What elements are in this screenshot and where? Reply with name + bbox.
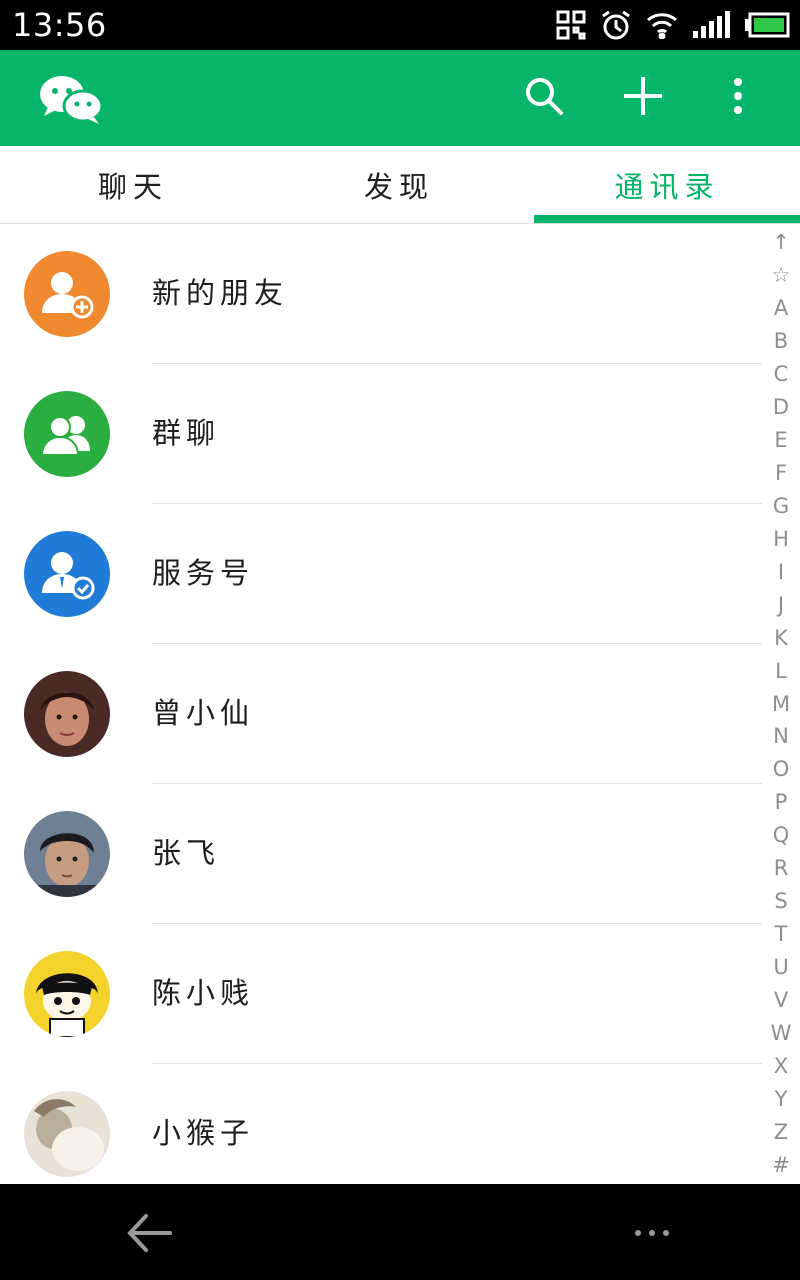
back-arrow-icon bbox=[122, 1214, 182, 1262]
index-letter[interactable]: F bbox=[762, 457, 800, 490]
index-letter[interactable]: P bbox=[762, 786, 800, 819]
index-letter[interactable]: # bbox=[762, 1149, 800, 1182]
index-letter[interactable]: O bbox=[762, 753, 800, 786]
tab-contacts[interactable]: 通讯录 bbox=[534, 146, 800, 224]
index-letter[interactable]: Y bbox=[762, 1083, 800, 1116]
index-letter[interactable]: R bbox=[762, 852, 800, 885]
contact-name: 服务号 bbox=[152, 556, 255, 590]
index-letter[interactable]: ☆ bbox=[762, 259, 800, 292]
status-time: 13:56 bbox=[12, 6, 107, 44]
tab-discover[interactable]: 发现 bbox=[266, 146, 532, 224]
service-account-icon bbox=[24, 531, 110, 617]
qr-scan-icon bbox=[556, 10, 586, 40]
tab-indicator bbox=[534, 215, 800, 223]
index-letter[interactable]: M bbox=[762, 688, 800, 721]
list-item-new-friends[interactable]: 新的朋友 bbox=[0, 224, 762, 364]
contact-photo-avatar bbox=[24, 1091, 110, 1177]
index-letter[interactable]: T bbox=[762, 918, 800, 951]
index-letter[interactable]: G bbox=[762, 490, 800, 523]
add-button[interactable] bbox=[617, 72, 669, 124]
index-letter[interactable]: H bbox=[762, 523, 800, 556]
alphabet-index-bar[interactable]: ↑ ☆ A B C D E F G H I J K L M N O P Q R S T U V W X Y Z # bbox=[762, 226, 800, 1182]
plus-icon bbox=[622, 75, 664, 121]
new-friend-icon bbox=[24, 251, 110, 337]
tab-chats[interactable]: 聊天 bbox=[0, 146, 266, 224]
contact-photo-avatar bbox=[24, 671, 110, 757]
index-letter[interactable]: K bbox=[762, 622, 800, 655]
index-letter[interactable]: W bbox=[762, 1017, 800, 1050]
overflow-menu-icon bbox=[733, 77, 743, 119]
wifi-icon bbox=[646, 11, 678, 39]
index-letter[interactable]: S bbox=[762, 885, 800, 918]
index-letter[interactable]: E bbox=[762, 424, 800, 457]
group-chat-icon bbox=[24, 391, 110, 477]
menu-button[interactable] bbox=[624, 1218, 680, 1248]
overflow-menu-button[interactable] bbox=[712, 72, 764, 124]
list-item-contact[interactable]: 张飞 bbox=[0, 784, 762, 924]
list-item-group-chats[interactable]: 群聊 bbox=[0, 364, 762, 504]
tab-bar: 聊天 发现 通讯录 bbox=[0, 146, 800, 224]
index-letter[interactable]: D bbox=[762, 391, 800, 424]
index-letter[interactable]: A bbox=[762, 292, 800, 325]
contact-name: 曾小仙 bbox=[152, 696, 255, 730]
index-letter[interactable]: I bbox=[762, 556, 800, 589]
signal-icon bbox=[692, 11, 730, 39]
battery-icon bbox=[744, 12, 790, 38]
search-icon bbox=[524, 76, 564, 120]
index-letter[interactable]: V bbox=[762, 984, 800, 1017]
back-button[interactable] bbox=[122, 1208, 182, 1258]
menu-dots-icon bbox=[624, 1230, 680, 1252]
list-item-contact[interactable]: 曾小仙 bbox=[0, 644, 762, 784]
app-bar bbox=[0, 50, 800, 146]
status-bar: 13:56 bbox=[0, 0, 800, 50]
contact-name: 新的朋友 bbox=[152, 276, 289, 310]
navigation-bar bbox=[0, 1184, 800, 1280]
index-letter[interactable]: Z bbox=[762, 1116, 800, 1149]
contact-cartoon-avatar bbox=[24, 951, 110, 1037]
contact-name: 张飞 bbox=[152, 836, 221, 870]
index-letter[interactable]: J bbox=[762, 589, 800, 622]
contact-photo-avatar bbox=[24, 811, 110, 897]
index-letter[interactable]: N bbox=[762, 720, 800, 753]
list-item-contact[interactable]: 陈小贱 bbox=[0, 924, 762, 1064]
index-letter[interactable]: U bbox=[762, 951, 800, 984]
contact-list: 新的朋友 群聊 服务号 曾小仙 张飞 陈小贱 小猴子 bbox=[0, 224, 762, 1184]
wechat-logo-icon bbox=[38, 74, 104, 126]
list-item-service-accounts[interactable]: 服务号 bbox=[0, 504, 762, 644]
index-letter[interactable]: L bbox=[762, 655, 800, 688]
contact-name: 陈小贱 bbox=[152, 976, 255, 1010]
index-letter[interactable]: B bbox=[762, 325, 800, 358]
index-letter[interactable]: Q bbox=[762, 819, 800, 852]
index-letter[interactable]: X bbox=[762, 1050, 800, 1083]
contact-name: 小猴子 bbox=[152, 1116, 255, 1150]
index-letter[interactable]: C bbox=[762, 358, 800, 391]
index-letter[interactable]: ↑ bbox=[762, 226, 800, 259]
search-button[interactable] bbox=[518, 72, 570, 124]
list-item-contact[interactable]: 小猴子 bbox=[0, 1064, 762, 1184]
contact-name: 群聊 bbox=[152, 416, 221, 450]
status-icons bbox=[556, 8, 790, 42]
alarm-icon bbox=[600, 9, 632, 41]
